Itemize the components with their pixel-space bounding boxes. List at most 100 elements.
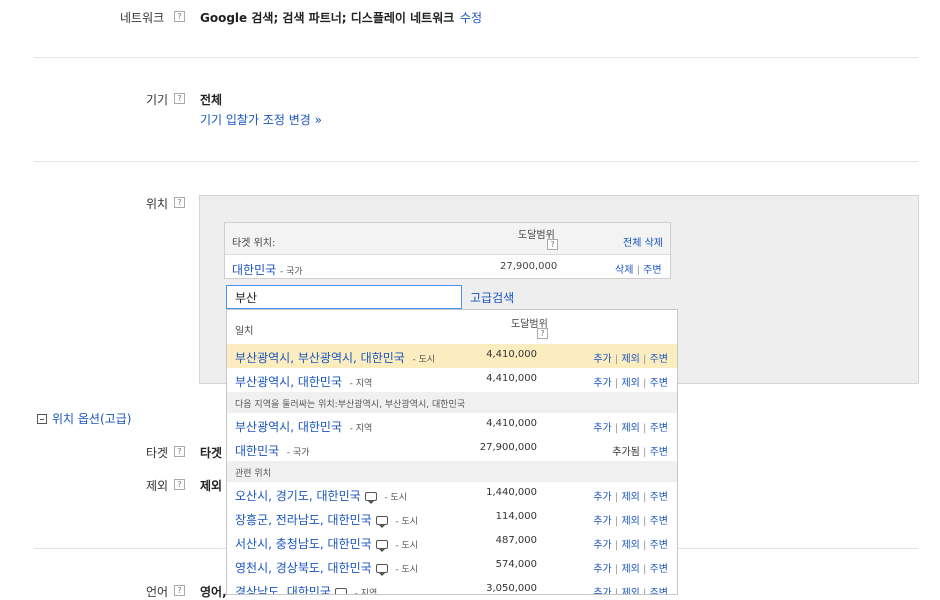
suggestion-name[interactable]: 부산광역시, 부산광역시, 대한민국: [235, 351, 405, 365]
targeted-location-row: 대한민국 - 국가 27,900,000 삭제 | 주변: [225, 256, 670, 280]
add-link[interactable]: 추가: [593, 540, 611, 551]
exclude-link[interactable]: 제외: [621, 588, 639, 594]
device-label: 기기: [146, 93, 169, 107]
comment-icon[interactable]: [375, 516, 388, 528]
suggestion-row[interactable]: 부산광역시, 대한민국 - 지역 4,410,000 추가 | 제외 | 주변: [227, 368, 677, 392]
network-label: 네트워크: [120, 11, 165, 25]
location-options-toggle[interactable]: 위치 옵션(고급): [37, 410, 131, 427]
nearby-link[interactable]: 주변: [650, 588, 668, 594]
action-separator: |: [639, 564, 650, 575]
advanced-search-link[interactable]: 고급검색: [470, 289, 514, 306]
suggestion-name[interactable]: 장흥군, 전라남도, 대한민국: [235, 513, 372, 527]
language-label: 언어: [146, 585, 169, 599]
targeted-location-type: - 국가: [280, 267, 303, 277]
add-link[interactable]: 추가: [593, 588, 611, 594]
reach-help-icon[interactable]: ?: [547, 239, 558, 250]
action-separator: |: [639, 588, 650, 595]
surrounding-header-text: 다음 지역을 둘러싸는 위치:부산광역시, 부산광역시, 대한민국: [235, 400, 466, 410]
language-value: 영어,: [200, 585, 227, 599]
related-header-text: 관련 위치: [235, 469, 271, 479]
device-help-icon[interactable]: ?: [174, 93, 185, 104]
suggestion-row[interactable]: 장흥군, 전라남도, 대한민국 - 도시 114,000 추가 | 제외 | 주…: [227, 506, 677, 530]
comment-icon[interactable]: [334, 588, 347, 594]
suggestion-row[interactable]: 대한민국 - 국가 27,900,000 추가됨 | 주변: [227, 437, 677, 461]
suggestion-reach: 27,900,000: [479, 442, 537, 453]
targeted-locations-header: 타겟 위치: 도달범위 ? 전체 삭제: [225, 223, 670, 255]
divider: [34, 161, 918, 162]
comment-icon[interactable]: [364, 492, 377, 504]
suggestion-name[interactable]: 서산시, 충청남도, 대한민국: [235, 537, 372, 551]
suggestion-type: - 도시: [395, 541, 419, 551]
device-value: 전체: [200, 93, 223, 107]
suggestion-row[interactable]: 영천시, 경상북도, 대한민국 - 도시 574,000 추가 | 제외 | 주…: [227, 554, 677, 578]
nearby-link[interactable]: 주변: [650, 378, 668, 389]
exclude-link[interactable]: 제외: [621, 354, 639, 365]
exclude-link[interactable]: 제외: [621, 516, 639, 527]
suggestion-type: - 도시: [384, 493, 407, 503]
action-separator: |: [611, 516, 622, 527]
exclude-link[interactable]: 제외: [621, 540, 639, 551]
suggestion-reach: 487,000: [495, 535, 537, 546]
suggestion-name[interactable]: 오산시, 경기도, 대한민국: [235, 489, 361, 503]
network-value: Google 검색; 검색 파트너; 디스플레이 네트워크: [200, 11, 455, 25]
location-search-input[interactable]: [226, 285, 462, 309]
suggestion-reach: 114,000: [495, 511, 537, 522]
language-help-icon[interactable]: ?: [174, 585, 185, 596]
nearby-link[interactable]: 주변: [650, 447, 668, 458]
exclude-link[interactable]: 제외: [621, 492, 639, 503]
suggestion-type: - 지역: [354, 589, 378, 595]
suggestion-name[interactable]: 부산광역시, 대한민국: [235, 375, 342, 389]
targeted-location-reach: 27,900,000: [500, 261, 558, 272]
add-link[interactable]: 추가: [593, 378, 611, 389]
nearby-link[interactable]: 주변: [650, 516, 668, 527]
comment-icon[interactable]: [375, 564, 388, 576]
nearby-link[interactable]: 주변: [643, 265, 661, 276]
add-link[interactable]: 추가: [593, 564, 611, 575]
suggestion-type: - 도시: [395, 565, 419, 575]
action-separator: |: [639, 378, 650, 389]
suggestion-row[interactable]: 오산시, 경기도, 대한민국 - 도시 1,440,000 추가 | 제외 | …: [227, 482, 677, 506]
device-bid-adjust-link[interactable]: 기기 입찰가 조정 변경 »: [200, 111, 322, 128]
suggestion-row[interactable]: 부산광역시, 대한민국 - 지역 4,410,000 추가 | 제외 | 주변: [227, 413, 677, 437]
location-help-icon[interactable]: ?: [174, 197, 185, 208]
exclude-link[interactable]: 제외: [621, 564, 639, 575]
suggestions-reach-help-icon[interactable]: ?: [537, 328, 548, 339]
add-link[interactable]: 추가: [593, 354, 611, 365]
action-separator: |: [639, 354, 650, 365]
add-link[interactable]: 추가: [593, 423, 611, 434]
nearby-link[interactable]: 주변: [650, 564, 668, 575]
suggestion-name[interactable]: 경상남도, 대한민국: [235, 585, 331, 594]
exclude-link[interactable]: 제외: [621, 378, 639, 389]
comment-icon[interactable]: [375, 540, 388, 552]
suggestion-name[interactable]: 부산광역시, 대한민국: [235, 420, 342, 434]
add-link[interactable]: 추가: [593, 516, 611, 527]
collapse-icon: [37, 414, 47, 424]
action-separator: |: [611, 540, 622, 551]
network-help-icon[interactable]: ?: [174, 11, 185, 22]
remove-all-link[interactable]: 전체 삭제: [623, 234, 663, 249]
suggestion-type: - 도시: [412, 355, 436, 365]
target-option-help-icon[interactable]: ?: [174, 446, 185, 457]
suggestion-name[interactable]: 영천시, 경상북도, 대한민국: [235, 561, 372, 575]
action-separator: |: [611, 378, 622, 389]
suggestion-type: - 지역: [349, 379, 373, 389]
nearby-link[interactable]: 주변: [650, 354, 668, 365]
network-edit-link[interactable]: 수정: [460, 9, 482, 26]
suggestion-row[interactable]: 서산시, 충청남도, 대한민국 - 도시 487,000 추가 | 제외 | 주…: [227, 530, 677, 554]
suggestion-name[interactable]: 대한민국: [235, 444, 279, 458]
exclude-option-help-icon[interactable]: ?: [174, 479, 185, 490]
nearby-link[interactable]: 주변: [650, 540, 668, 551]
exclude-link[interactable]: 제외: [621, 423, 639, 434]
action-separator: |: [639, 516, 650, 527]
nearby-link[interactable]: 주변: [650, 423, 668, 434]
targeted-location-name[interactable]: 대한민국: [232, 263, 276, 277]
action-separator: |: [611, 564, 622, 575]
match-header: 일치: [235, 326, 254, 337]
location-label: 위치: [146, 197, 169, 211]
nearby-link[interactable]: 주변: [650, 492, 668, 503]
suggestion-row[interactable]: 부산광역시, 부산광역시, 대한민국 - 도시 4,410,000 추가 | 제…: [227, 344, 677, 368]
remove-link[interactable]: 삭제: [615, 265, 633, 276]
add-link[interactable]: 추가: [593, 492, 611, 503]
suggestion-row[interactable]: 경상남도, 대한민국 - 지역 3,050,000 추가 | 제외 | 주변: [227, 578, 677, 595]
action-separator: |: [639, 492, 650, 503]
